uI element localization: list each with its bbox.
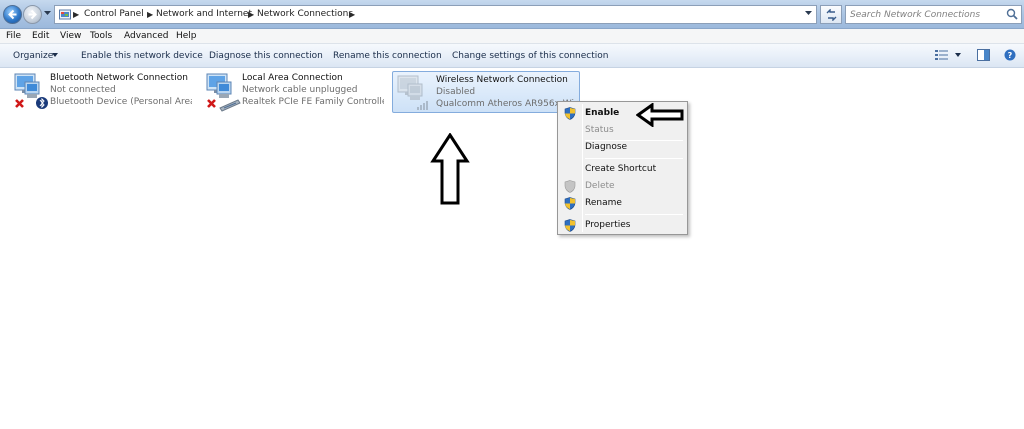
forward-icon bbox=[28, 9, 37, 20]
view-dropdown-icon[interactable] bbox=[955, 53, 961, 57]
connection-device: Realtek PCIe FE Family Controller bbox=[242, 97, 384, 107]
command-bar: Organize Enable this network device Diag… bbox=[0, 44, 1024, 68]
search-box[interactable] bbox=[845, 5, 1022, 24]
disconnected-x-icon bbox=[207, 99, 216, 108]
back-button[interactable] bbox=[3, 5, 22, 24]
change-settings-button[interactable]: Change settings of this connection bbox=[452, 51, 608, 61]
shield-icon bbox=[564, 180, 576, 193]
menu-item-create-shortcut[interactable]: Create Shortcut bbox=[560, 161, 685, 178]
menu-help[interactable]: Help bbox=[176, 31, 197, 41]
menu-item-properties[interactable]: Properties bbox=[560, 217, 685, 234]
disconnected-x-icon bbox=[15, 99, 24, 108]
recent-pages-dropdown-icon[interactable] bbox=[44, 11, 51, 16]
menu-tools[interactable]: Tools bbox=[90, 31, 112, 41]
menu-bar: File Edit View Tools Advanced Help bbox=[0, 29, 1024, 44]
connection-name: Bluetooth Network Connection bbox=[50, 73, 188, 83]
address-box[interactable]: ▶ Control Panel ▶ Network and Internet ▶… bbox=[54, 5, 817, 24]
forward-button[interactable] bbox=[23, 5, 42, 24]
connection-bluetooth[interactable]: Bluetooth Network Connection Not connect… bbox=[10, 70, 192, 112]
folder-icon bbox=[59, 9, 71, 20]
menu-view[interactable]: View bbox=[60, 31, 81, 41]
connection-status: Disabled bbox=[436, 87, 476, 97]
address-bar-area: ▶ Control Panel ▶ Network and Internet ▶… bbox=[0, 0, 1024, 29]
pane-icon[interactable] bbox=[977, 49, 990, 61]
view-icon[interactable] bbox=[935, 49, 949, 61]
connection-name: Wireless Network Connection bbox=[436, 75, 568, 85]
organize-button[interactable]: Organize bbox=[13, 51, 53, 61]
breadcrumb-network-and-internet[interactable]: Network and Internet bbox=[156, 9, 252, 19]
address-dropdown-icon[interactable] bbox=[805, 11, 812, 16]
menu-advanced[interactable]: Advanced bbox=[124, 31, 168, 41]
breadcrumb-network-connections[interactable]: Network Connections bbox=[257, 9, 353, 19]
connection-device: Bluetooth Device (Personal Area ... bbox=[50, 97, 192, 107]
connection-name: Local Area Connection bbox=[242, 73, 343, 83]
menu-separator bbox=[585, 158, 683, 159]
annotation-arrow-up-icon bbox=[430, 133, 470, 205]
menu-file[interactable]: File bbox=[6, 31, 21, 41]
menu-separator bbox=[585, 214, 683, 215]
breadcrumb-control-panel[interactable]: Control Panel bbox=[84, 9, 144, 19]
svg-text:?: ? bbox=[1008, 51, 1013, 60]
back-icon bbox=[8, 9, 17, 20]
help-icon[interactable]: ? bbox=[1004, 49, 1016, 61]
refresh-button[interactable] bbox=[820, 5, 842, 24]
menu-item-delete: Delete bbox=[560, 178, 685, 195]
breadcrumb-separator[interactable]: ▶ bbox=[248, 10, 254, 19]
rename-connection-button[interactable]: Rename this connection bbox=[333, 51, 442, 61]
shield-icon bbox=[564, 197, 576, 210]
annotation-arrow-left-icon bbox=[636, 103, 684, 127]
wireless-network-icon bbox=[397, 75, 428, 110]
connection-status: Network cable unplugged bbox=[242, 85, 358, 95]
network-icon bbox=[14, 73, 48, 109]
diagnose-connection-button[interactable]: Diagnose this connection bbox=[209, 51, 323, 61]
chevron-down-icon[interactable] bbox=[52, 53, 58, 57]
shield-icon bbox=[564, 219, 576, 232]
menu-edit[interactable]: Edit bbox=[32, 31, 49, 41]
refresh-icon bbox=[826, 9, 837, 21]
breadcrumb-separator[interactable]: ▶ bbox=[147, 10, 153, 19]
network-icon bbox=[206, 73, 241, 112]
search-icon[interactable] bbox=[1006, 8, 1018, 20]
connection-status: Not connected bbox=[50, 85, 116, 95]
menu-item-diagnose[interactable]: Diagnose bbox=[560, 139, 685, 156]
connection-local-area[interactable]: Local Area Connection Network cable unpl… bbox=[202, 70, 384, 112]
breadcrumb-separator[interactable]: ▶ bbox=[349, 10, 355, 19]
shield-icon bbox=[564, 107, 576, 120]
connection-wireless[interactable]: Wireless Network Connection Disabled Qua… bbox=[392, 71, 580, 113]
menu-item-rename[interactable]: Rename bbox=[560, 195, 685, 212]
enable-device-button[interactable]: Enable this network device bbox=[81, 51, 203, 61]
breadcrumb-separator[interactable]: ▶ bbox=[73, 10, 79, 19]
search-input[interactable] bbox=[850, 8, 1000, 21]
